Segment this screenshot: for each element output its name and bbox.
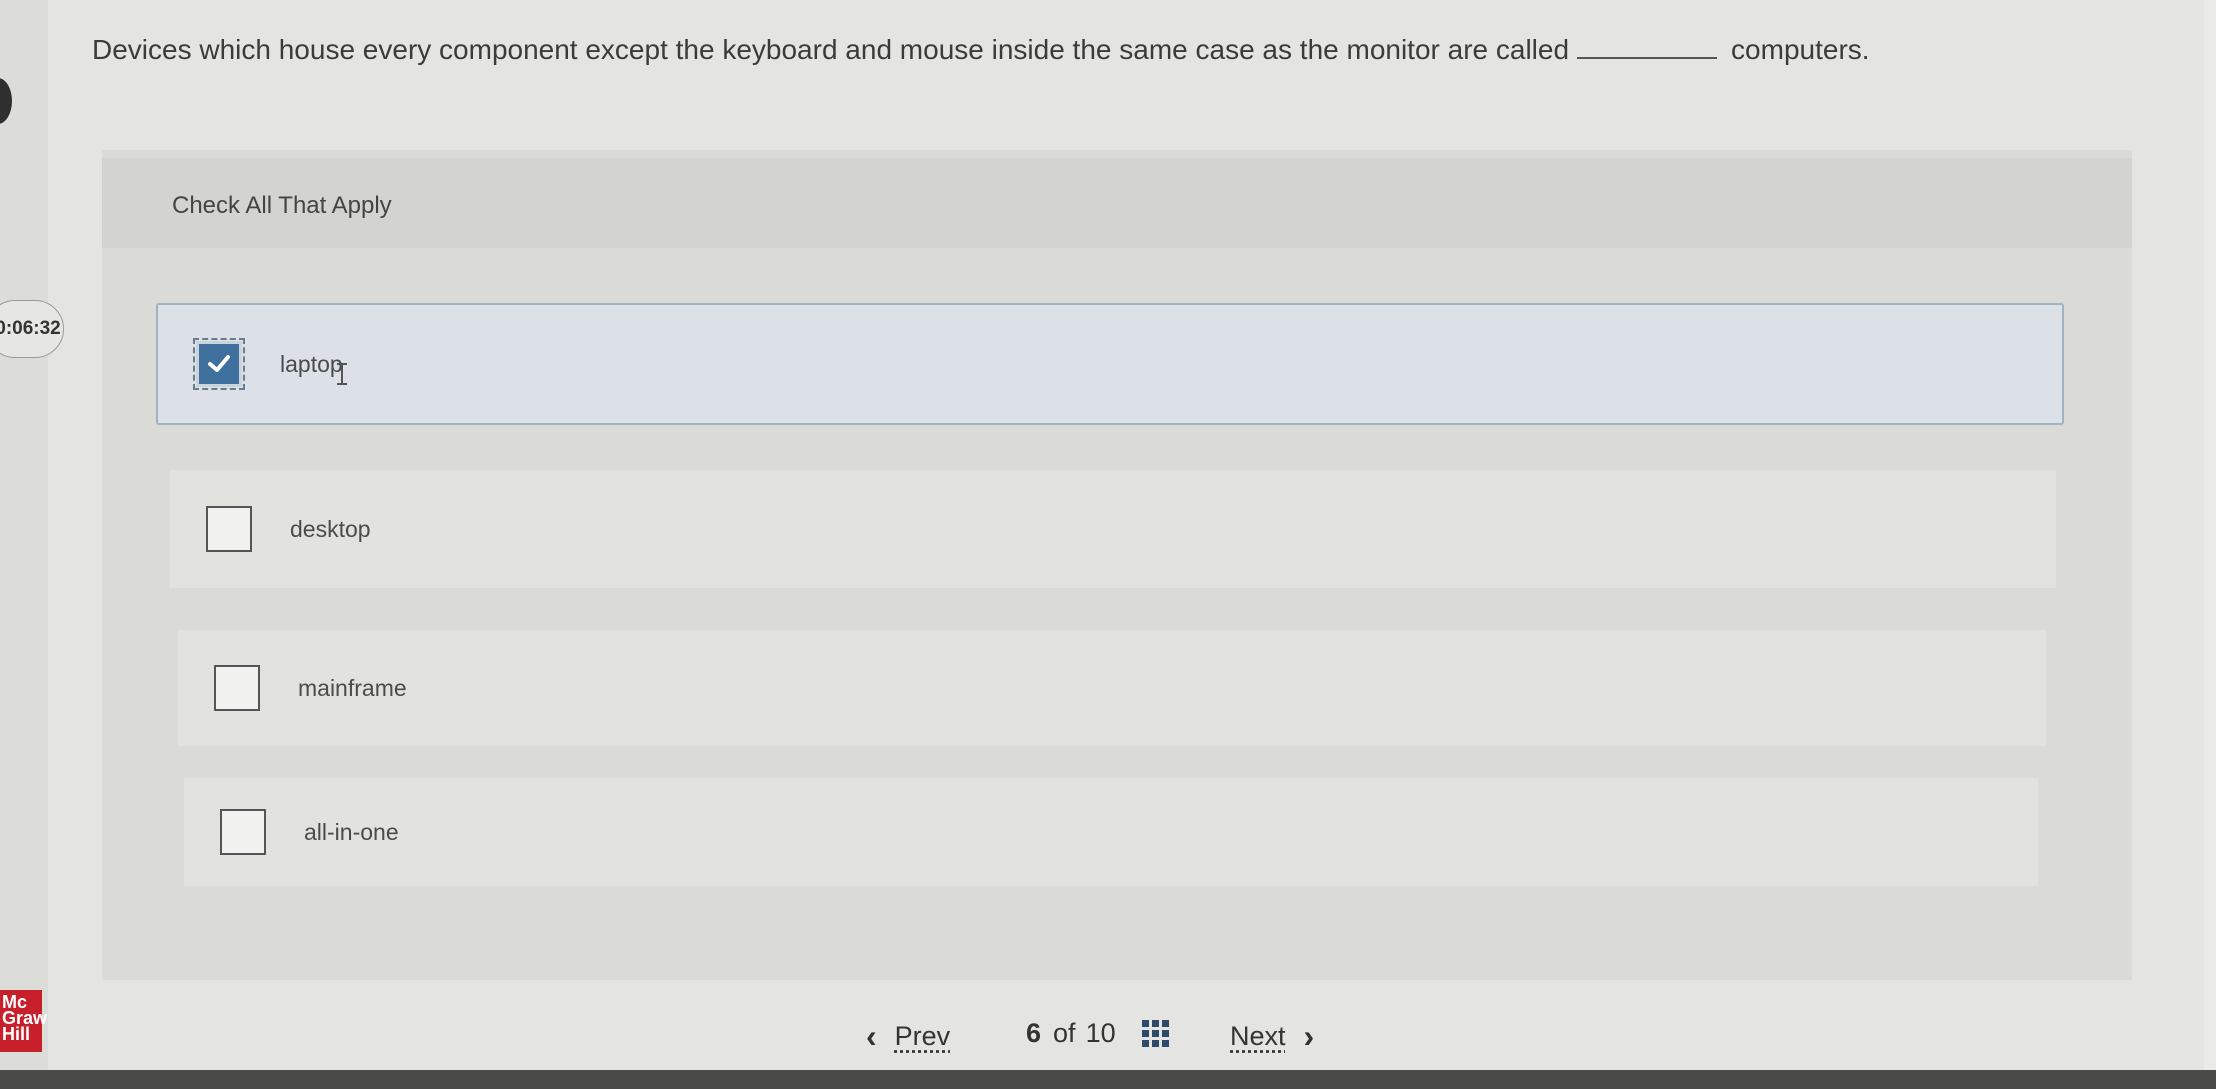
- option-desktop[interactable]: desktop: [170, 470, 2056, 588]
- prev-label[interactable]: Prev: [895, 1021, 951, 1052]
- chevron-right-icon: ›: [1303, 1018, 1315, 1054]
- question-text-before: Devices which house every component exce…: [92, 34, 1570, 65]
- option-all-in-one[interactable]: all-in-one: [184, 778, 2038, 886]
- timer: 0:06:32: [0, 300, 64, 358]
- checkbox[interactable]: [220, 809, 266, 855]
- chevron-left-icon: ‹: [866, 1018, 877, 1054]
- answer-blank: [1577, 35, 1718, 59]
- option-laptop[interactable]: laptop: [156, 303, 2064, 425]
- current-page: 6: [1026, 1018, 1042, 1048]
- checkmark-icon: [208, 355, 230, 372]
- option-label: all-in-one: [304, 818, 399, 845]
- question-text: Devices which house every component exce…: [92, 30, 2192, 70]
- right-edge: [2204, 0, 2216, 1089]
- of-label: of: [1053, 1018, 1076, 1048]
- mcgraw-hill-logo: Mc Graw Hill: [0, 990, 47, 1052]
- next-label[interactable]: Next: [1230, 1021, 1286, 1052]
- option-mainframe[interactable]: mainframe: [178, 630, 2046, 746]
- text-cursor-icon: [337, 363, 347, 385]
- page-indicator: 6 of 10: [1026, 1018, 1169, 1049]
- question-grid-icon[interactable]: [1141, 1020, 1169, 1047]
- checkbox[interactable]: [214, 665, 260, 711]
- instructions: Check All That Apply: [172, 192, 392, 219]
- answer-panel-header: [102, 158, 2132, 248]
- bottom-bar: [0, 1070, 2216, 1089]
- question-text-after: computers.: [1731, 34, 1870, 65]
- prev-button[interactable]: ‹ Prev: [866, 1018, 950, 1055]
- total-pages: 10: [1085, 1018, 1116, 1048]
- left-sidebar: [0, 0, 48, 1089]
- checkbox[interactable]: [206, 506, 252, 552]
- next-button[interactable]: Next ›: [1230, 1018, 1314, 1055]
- option-label: desktop: [290, 515, 371, 542]
- option-label: mainframe: [298, 674, 407, 701]
- checkbox-checked[interactable]: [193, 338, 245, 390]
